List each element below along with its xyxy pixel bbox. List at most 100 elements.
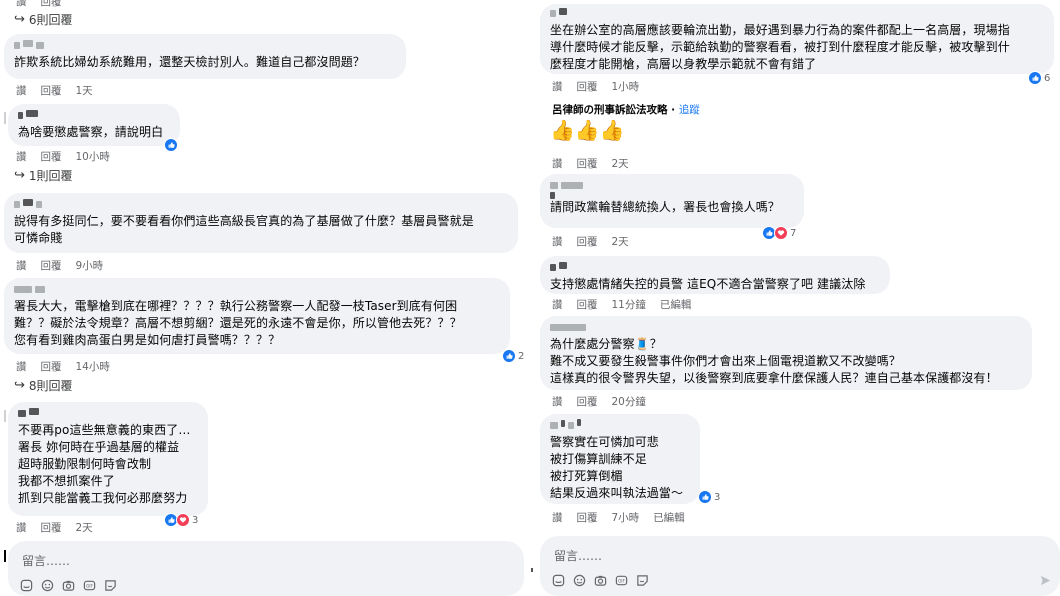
emoji-icon[interactable] bbox=[573, 574, 586, 587]
comment-text: 為啥要懲處警察，請說明白 bbox=[18, 125, 164, 139]
comment-text: 請問政黨輪替總統換人，署長也會換人嗎？ bbox=[550, 200, 780, 214]
reaction-number: 3 bbox=[192, 514, 199, 526]
panel-divider bbox=[529, 0, 535, 596]
separator: · bbox=[667, 104, 679, 116]
comment-input-tools: GIF bbox=[552, 574, 649, 587]
like-action[interactable]: 讚 bbox=[16, 83, 27, 98]
reply-action[interactable]: 回覆 bbox=[41, 520, 62, 535]
comment-text: 說得有多挺同仁，要不要看看你們這些高級長官真的為了基層做了什麼？基層員警就是 可… bbox=[14, 214, 474, 245]
right-comment-panel: 坐在辦公室的高層應該要輪流出勤，最好遇到暴力行為的案件都配上一名高層，現場指 導… bbox=[536, 0, 1060, 596]
reply-action[interactable]: 回覆 bbox=[577, 234, 598, 249]
comment-text: 坐在辦公室的高層應該要輪流出勤，最好遇到暴力行為的案件都配上一名高層，現場指 導… bbox=[550, 23, 1010, 71]
view-replies-link[interactable]: ↪ 8則回覆 bbox=[14, 377, 73, 394]
view-replies-link[interactable]: ↪ 1則回覆 bbox=[14, 167, 73, 184]
emoji-icon[interactable] bbox=[41, 579, 54, 592]
commenter-name-redacted bbox=[14, 284, 500, 294]
sticker-icon[interactable] bbox=[552, 574, 565, 587]
comment-text: 警察實在可憐加可悲 被打傷算訓練不足 被打死算倒楣 結果反過來叫執法過當～ bbox=[550, 435, 684, 500]
commenter-name-redacted bbox=[14, 39, 396, 50]
commenter-name-redacted bbox=[18, 109, 170, 120]
reply-action[interactable]: 回覆 bbox=[41, 83, 62, 98]
like-icon bbox=[698, 490, 712, 504]
reaction-count[interactable]: 3 bbox=[698, 490, 720, 504]
comment-time[interactable]: 1小時 bbox=[612, 79, 640, 94]
reaction-number: 7 bbox=[790, 227, 797, 239]
comment-time[interactable]: 1天 bbox=[76, 83, 93, 98]
comment-input-placeholder[interactable]: 留言…… bbox=[554, 547, 602, 564]
like-icon bbox=[164, 138, 178, 152]
reply-action[interactable]: 回覆 bbox=[41, 359, 62, 374]
reaction-count[interactable]: 6 bbox=[1028, 71, 1050, 85]
reply-action[interactable]: 回覆 bbox=[577, 297, 598, 312]
reply-action[interactable]: 回覆 bbox=[577, 510, 598, 525]
reply-action[interactable]: 回覆 bbox=[41, 0, 62, 9]
comment-actions: 讚 回覆 2天 bbox=[552, 234, 629, 249]
like-action[interactable]: 讚 bbox=[552, 510, 563, 525]
reply-arrow-icon: ↪ bbox=[14, 12, 25, 27]
camera-icon[interactable] bbox=[594, 574, 607, 587]
comment-bubble: 請問政黨輪替總統換人，署長也會換人嗎？ bbox=[540, 174, 804, 228]
reply-action[interactable]: 回覆 bbox=[577, 156, 598, 171]
reaction-count[interactable]: 7 bbox=[762, 226, 796, 240]
reply-arrow-icon: ↪ bbox=[14, 168, 25, 183]
reaction-count[interactable]: 3 bbox=[164, 513, 198, 527]
comment-text: 支持懲處情緒失控的員警 這EQ不適合當警察了吧 建議汰除 bbox=[550, 277, 866, 291]
comment-time[interactable]: 2天 bbox=[76, 520, 93, 535]
comment-bubble: 署長大大，電擊槍到底在哪裡？？？？執行公務警察一人配發一枝Taser到底有何困 … bbox=[4, 278, 510, 354]
comment-time[interactable]: 11分鐘 bbox=[612, 297, 646, 312]
reaction-count[interactable]: 2 bbox=[502, 349, 524, 363]
comment-time[interactable]: 10小時 bbox=[76, 149, 110, 164]
avatar-sticker-icon[interactable] bbox=[636, 574, 649, 587]
reaction-number: 6 bbox=[1044, 72, 1051, 84]
reaction-number: 2 bbox=[518, 350, 525, 362]
reply-count-label: 8則回覆 bbox=[28, 379, 73, 393]
like-action[interactable]: 讚 bbox=[16, 149, 27, 164]
comment-time[interactable]: 14小時 bbox=[76, 359, 110, 374]
reply-action[interactable]: 回覆 bbox=[577, 79, 598, 94]
comment-actions: 讚 回覆 1天 bbox=[16, 83, 93, 98]
commenter-name-redacted bbox=[550, 191, 794, 199]
view-replies-link[interactable]: ↪ 6則回覆 bbox=[14, 11, 73, 28]
like-action[interactable]: 讚 bbox=[552, 394, 563, 409]
svg-text:GIF: GIF bbox=[86, 583, 93, 588]
comment-bubble: 支持懲處情緒失控的員警 這EQ不適合當警察了吧 建議汰除 bbox=[540, 256, 890, 294]
like-action[interactable]: 讚 bbox=[16, 258, 27, 273]
reply-action[interactable]: 回覆 bbox=[41, 149, 62, 164]
comment-actions: 讚 回覆 1小時 bbox=[552, 79, 639, 94]
comment-time[interactable]: 9小時 bbox=[76, 258, 104, 273]
reply-action[interactable]: 回覆 bbox=[577, 394, 598, 409]
like-action[interactable]: 讚 bbox=[16, 359, 27, 374]
comment-actions: 讚 回覆 11分鐘 已編輯 bbox=[552, 297, 691, 312]
avatar-sticker-icon[interactable] bbox=[104, 579, 117, 592]
comment-time[interactable]: 20分鐘 bbox=[612, 394, 646, 409]
comment-time[interactable]: 2天 bbox=[612, 156, 629, 171]
camera-icon[interactable] bbox=[62, 579, 75, 592]
follow-link[interactable]: 追蹤 bbox=[679, 104, 700, 116]
commenter-name-redacted bbox=[14, 198, 508, 209]
thumbs-up-emoji-comment: 👍👍👍 bbox=[550, 118, 625, 142]
comment-time[interactable]: 7小時 bbox=[612, 510, 640, 525]
send-icon[interactable] bbox=[1039, 574, 1052, 587]
page-name[interactable]: 呂律師の刑事訴訟法攻略 bbox=[552, 104, 668, 116]
comment-input-box[interactable]: 留言…… GIF bbox=[8, 541, 524, 596]
gif-icon[interactable]: GIF bbox=[615, 574, 628, 587]
heart-icon bbox=[176, 513, 190, 527]
sticker-icon[interactable] bbox=[20, 579, 33, 592]
gif-icon[interactable]: GIF bbox=[83, 579, 96, 592]
reply-count-label: 6則回覆 bbox=[28, 13, 73, 27]
like-icon bbox=[1028, 71, 1042, 85]
like-action[interactable]: 讚 bbox=[552, 79, 563, 94]
comment-text: 不要再po這些無意義的東西了… 署長 妳何時在乎過基層的權益 超時服勤限制何時會… bbox=[18, 423, 191, 505]
reaction-count[interactable] bbox=[164, 138, 178, 152]
like-action[interactable]: 讚 bbox=[552, 234, 563, 249]
comment-input-box[interactable]: 留言…… GIF bbox=[540, 536, 1060, 596]
reply-arrow-icon: ↪ bbox=[14, 378, 25, 393]
comment-time[interactable]: 2天 bbox=[612, 234, 629, 249]
like-action[interactable]: 讚 bbox=[16, 0, 27, 9]
like-action[interactable]: 讚 bbox=[16, 520, 27, 535]
reply-action[interactable]: 回覆 bbox=[41, 258, 62, 273]
like-action[interactable]: 讚 bbox=[552, 297, 563, 312]
comment-input-placeholder[interactable]: 留言…… bbox=[22, 552, 70, 569]
comment-actions: 讚 回覆 20分鐘 bbox=[552, 394, 646, 409]
like-action[interactable]: 讚 bbox=[552, 156, 563, 171]
